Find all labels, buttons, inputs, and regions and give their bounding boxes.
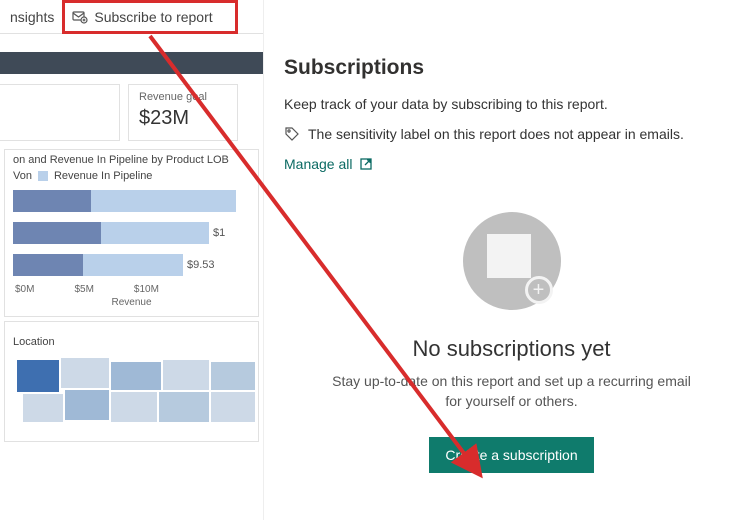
kpi-card-clipped [0, 84, 120, 141]
chart-legend: Von Revenue In Pipeline [13, 170, 250, 182]
document-icon [487, 234, 531, 278]
bar-seg-won [13, 254, 83, 276]
toolbar: nsights Subscribe to report [0, 0, 263, 34]
insights-button[interactable]: nsights [4, 5, 60, 29]
legend-pipeline-swatch [38, 171, 48, 181]
bar-seg-won [13, 222, 101, 244]
kpi-value: $23M [139, 107, 227, 130]
map-card: Location [4, 321, 259, 442]
tag-icon [284, 126, 300, 142]
bar-row [13, 188, 250, 214]
sensitivity-text: The sensitivity label on this report doe… [308, 126, 684, 142]
bar-seg-pipeline [91, 190, 236, 212]
pane-subtitle: Keep track of your data by subscribing t… [284, 96, 739, 112]
sensitivity-note: The sensitivity label on this report doe… [284, 126, 739, 142]
kpi-card-revenue-goal: Revenue goal $23M [128, 84, 238, 141]
pane-title: Subscriptions [284, 56, 739, 80]
map-title: Location [13, 336, 250, 348]
bar-row: $1 [13, 220, 250, 246]
chart-title: on and Revenue In Pipeline by Product LO… [13, 154, 229, 166]
manage-all-label: Manage all [284, 156, 353, 172]
create-subscription-label: Create a subscription [445, 447, 577, 463]
open-in-new-icon [359, 157, 373, 171]
chart-card: on and Revenue In Pipeline by Product LO… [4, 149, 259, 317]
report-canvas: nsights Subscribe to report Revenue goal… [0, 0, 263, 520]
bar-row: $9.53 [13, 252, 250, 278]
kpi-label: Revenue goal [139, 91, 227, 103]
empty-state-title: No subscriptions yet [284, 336, 739, 362]
empty-state: + No subscriptions yet Stay up-to-date o… [284, 212, 739, 473]
tick: $5M [74, 284, 93, 295]
tick: $10M [134, 284, 159, 295]
bar-value: $1 [213, 227, 225, 239]
bar-value: $9.53 [187, 259, 215, 271]
bar-seg-won [13, 190, 91, 212]
legend-pipeline-label: Revenue In Pipeline [54, 170, 152, 182]
subscriptions-pane: Subscriptions Keep track of your data by… [263, 0, 753, 520]
manage-all-link[interactable]: Manage all [284, 156, 739, 172]
tick: $0M [15, 284, 34, 295]
bars: $1 $9.53 [13, 188, 250, 278]
insights-label: nsights [10, 9, 54, 25]
create-subscription-button[interactable]: Create a subscription [429, 437, 593, 473]
chart-title-row: on and Revenue In Pipeline by Product LO… [13, 154, 250, 166]
plus-icon: + [525, 276, 553, 304]
subscribe-button[interactable]: Subscribe to report [66, 5, 218, 29]
empty-state-desc: Stay up-to-date on this report and set u… [324, 372, 699, 411]
subscribe-icon [72, 9, 88, 25]
report-header-band [0, 52, 263, 74]
bar-seg-pipeline [101, 222, 209, 244]
subscribe-label: Subscribe to report [94, 9, 212, 25]
legend-won-label: Von [13, 170, 32, 182]
card-row: Revenue goal $23M [0, 74, 263, 145]
bar-seg-pipeline [83, 254, 183, 276]
map-visual [13, 348, 263, 438]
empty-state-icon: + [463, 212, 561, 310]
x-axis-ticks: $0M $5M $10M [13, 284, 250, 295]
x-axis-label: Revenue [13, 297, 250, 308]
